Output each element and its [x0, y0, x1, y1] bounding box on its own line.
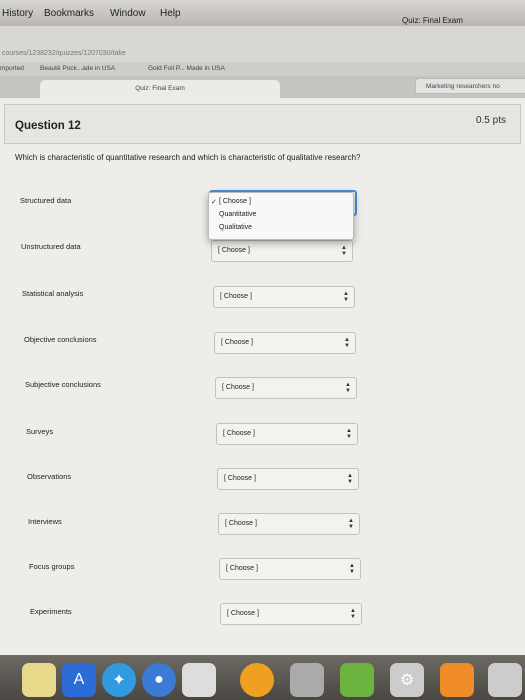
books-icon[interactable]: [440, 663, 474, 697]
select-value: [ Choose ]: [220, 293, 252, 300]
url-text[interactable]: courses/1238232/quizzes/1207030/take: [2, 50, 126, 57]
address-bar[interactable]: courses/1238232/quizzes/1207030/take: [0, 26, 525, 62]
select-value: [ Choose ]: [222, 384, 254, 391]
dropdown-option-qualitative[interactable]: Qualitative: [219, 224, 252, 231]
settings-icon[interactable]: ⚙: [390, 663, 424, 697]
select-arrows-icon: ▲▼: [341, 245, 347, 257]
row-label-statistical-analysis: Statistical analysis: [22, 289, 84, 298]
menu-bookmarks[interactable]: Bookmarks: [44, 8, 94, 19]
bookmarks-bar: mported Beauté Pock...ade in USA Gold Fo…: [0, 62, 525, 76]
checkmark-icon: ✓: [211, 199, 217, 206]
select-arrows-icon: ▲▼: [347, 473, 353, 485]
select-value: [ Choose ]: [226, 565, 258, 572]
quiz-page: Question 12 0.5 pts Which is characteris…: [0, 98, 525, 655]
ibooks-icon[interactable]: [240, 663, 274, 697]
trash-icon[interactable]: [488, 663, 522, 697]
dropdown-option-choose[interactable]: ✓[ Choose ]: [211, 198, 251, 206]
select-arrows-icon: ▲▼: [348, 518, 354, 530]
facetime-icon[interactable]: [340, 663, 374, 697]
safari-icon[interactable]: ✦: [102, 663, 136, 697]
menu-bar: History Bookmarks Window Help Quiz: Fina…: [0, 0, 525, 26]
question-text: Which is characteristic of quantitative …: [15, 153, 361, 162]
select-value: [ Choose ]: [218, 247, 250, 254]
select-arrows-icon: ▲▼: [350, 608, 356, 620]
dropdown-option-quantitative[interactable]: Quantitative: [219, 211, 256, 218]
row-label-objective-conclusions: Objective conclusions: [24, 335, 97, 344]
calendar-icon[interactable]: [182, 663, 216, 697]
select-arrows-icon: ▲▼: [344, 337, 350, 349]
choose-dropdown-menu: ✓[ Choose ] Quantitative Qualitative: [208, 192, 354, 240]
row-label-focus-groups: Focus groups: [29, 562, 75, 571]
select-focus-groups[interactable]: [ Choose ] ▲ ▼: [219, 558, 361, 580]
menu-help[interactable]: Help: [160, 8, 181, 19]
select-subjective-conclusions[interactable]: [ Choose ] ▲ ▼: [215, 377, 357, 399]
row-label-observations: Observations: [27, 472, 72, 481]
select-observations[interactable]: [ Choose ] ▲ ▼: [217, 468, 359, 490]
chrome-icon[interactable]: ●: [142, 663, 176, 697]
select-value: [ Choose ]: [223, 430, 255, 437]
row-label-interviews: Interviews: [28, 517, 62, 526]
photo-booth-icon[interactable]: [290, 663, 324, 697]
select-value: [ Choose ]: [224, 475, 256, 482]
window-title: Quiz: Final Exam: [402, 16, 463, 25]
select-interviews[interactable]: [ Choose ] ▲ ▼: [218, 513, 360, 535]
dock: A ✦ ● ⚙: [0, 655, 525, 700]
question-header: Question 12 0.5 pts: [4, 104, 521, 144]
select-experiments[interactable]: [ Choose ] ▲ ▼: [220, 603, 362, 625]
select-value: [ Choose ]: [227, 610, 259, 617]
option-label: [ Choose ]: [219, 198, 251, 205]
notes-icon[interactable]: [22, 663, 56, 697]
bookmark-item[interactable]: mported: [0, 65, 24, 72]
row-label-surveys: Surveys: [26, 427, 54, 436]
select-unstructured-data[interactable]: [ Choose ] ▲ ▼: [211, 240, 353, 262]
tab-quiz-final-exam[interactable]: Quiz: Final Exam: [40, 80, 280, 98]
select-arrows-icon: ▲▼: [345, 382, 351, 394]
bookmark-item[interactable]: Beauté Pock...ade in USA: [40, 65, 115, 72]
app-store-icon[interactable]: A: [62, 663, 96, 697]
select-statistical-analysis[interactable]: [ Choose ] ▲ ▼: [213, 286, 355, 308]
select-arrows-icon: ▲▼: [343, 291, 349, 303]
select-arrows-icon: ▲▼: [349, 563, 355, 575]
row-label-subjective-conclusions: Subjective conclusions: [25, 380, 101, 389]
select-arrows-icon: ▲▼: [346, 428, 352, 440]
tab-bar: Quiz: Final Exam Marketing researchers n…: [0, 76, 525, 98]
tab-marketing-researchers[interactable]: Marketing researchers no: [415, 78, 525, 94]
select-value: [ Choose ]: [221, 339, 253, 346]
question-points: 0.5 pts: [475, 115, 506, 126]
menu-window[interactable]: Window: [110, 8, 146, 19]
menu-history[interactable]: History: [2, 8, 33, 19]
select-value: [ Choose ]: [225, 520, 257, 527]
row-label-unstructured-data: Unstructured data: [21, 242, 81, 251]
row-label-experiments: Experiments: [30, 607, 72, 616]
bookmark-item[interactable]: Gold Foil P... Made in USA: [148, 65, 225, 72]
question-title: Question 12: [15, 120, 81, 132]
row-label-structured-data: Structured data: [20, 196, 72, 205]
select-objective-conclusions[interactable]: [ Choose ] ▲ ▼: [214, 332, 356, 354]
select-surveys[interactable]: [ Choose ] ▲ ▼: [216, 423, 358, 445]
